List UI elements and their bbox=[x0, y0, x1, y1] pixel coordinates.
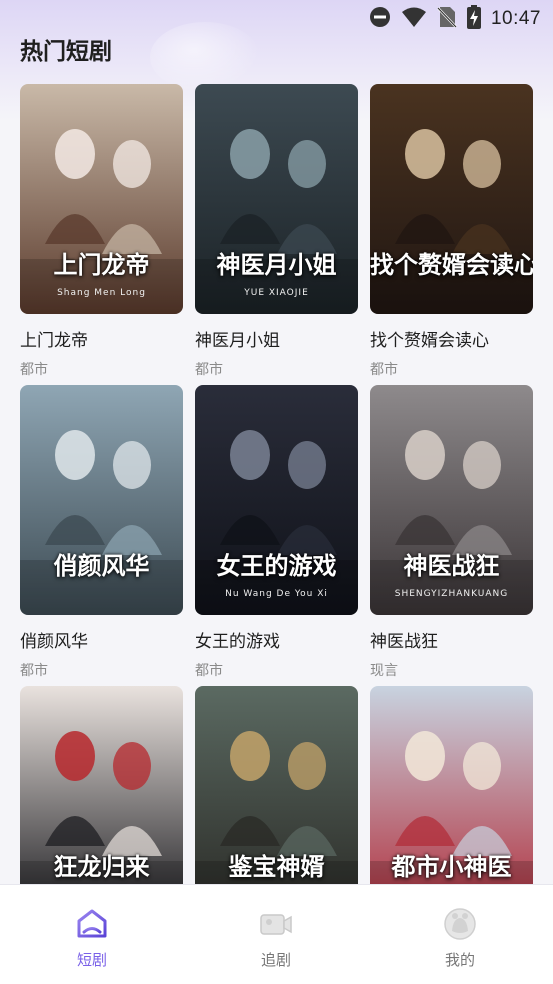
tab-follow-drama[interactable]: 追剧 bbox=[216, 885, 336, 984]
poster-title-art: 狂龙归来 bbox=[53, 853, 150, 881]
drama-card[interactable]: 上门龙帝 Shang Men Long 上门龙帝都市 bbox=[20, 84, 183, 379]
poster-subtitle: SHENGYIZHANKUANG bbox=[394, 589, 509, 599]
no-sim-icon bbox=[437, 6, 457, 32]
poster-title-art: 找个赘婿会读心 bbox=[370, 251, 533, 279]
drama-title[interactable]: 神医战狂 bbox=[370, 627, 533, 652]
battery-charging-icon bbox=[466, 5, 481, 33]
drama-poster[interactable]: 找个赘婿会读心 bbox=[370, 84, 533, 314]
drama-poster[interactable]: 女王的游戏 Nu Wang De You Xi bbox=[195, 385, 358, 615]
status-time: 10:47 bbox=[490, 8, 541, 29]
poster-title-art: 鉴宝神婿 bbox=[228, 853, 325, 881]
do-not-disturb-icon bbox=[369, 6, 391, 32]
drama-card[interactable]: 神医月小姐 YUE XIAOJIE 神医月小姐都市 bbox=[195, 84, 358, 379]
drama-title[interactable]: 上门龙帝 bbox=[20, 326, 183, 351]
drama-genre: 都市 bbox=[20, 663, 48, 679]
poster-subtitle: Nu Wang De You Xi bbox=[225, 589, 328, 599]
drama-poster[interactable]: 鉴宝神婿 bbox=[195, 686, 358, 916]
tab-profile[interactable]: 我的 bbox=[400, 885, 520, 984]
drama-genre: 都市 bbox=[195, 663, 223, 679]
poster-subtitle: Shang Men Long bbox=[57, 288, 146, 298]
tab-label: 我的 bbox=[444, 951, 475, 969]
poster-title-art: 俏颜风华 bbox=[53, 552, 150, 580]
wifi-icon bbox=[401, 6, 427, 32]
drama-card[interactable]: 俏颜风华 俏颜风华 都市 bbox=[20, 385, 183, 680]
drama-genre: 现言 bbox=[370, 663, 398, 679]
poster-title-art: 神医月小姐 bbox=[216, 251, 337, 279]
page-title: 热门短剧 bbox=[20, 39, 112, 65]
drama-poster[interactable]: 神医月小姐 YUE XIAOJIE bbox=[195, 84, 358, 314]
tab-label: 短剧 bbox=[76, 951, 107, 969]
drama-genre: 都市 bbox=[20, 362, 48, 378]
drama-genre: 都市 bbox=[370, 362, 398, 378]
poster-subtitle: YUE XIAOJIE bbox=[244, 288, 309, 298]
drama-poster[interactable]: 都市小神医 bbox=[370, 686, 533, 916]
bottom-tab-bar: 短剧 追剧 我的 bbox=[0, 884, 553, 984]
tab-label: 追剧 bbox=[260, 951, 291, 969]
drama-genre: 都市 bbox=[195, 362, 223, 378]
drama-card[interactable]: 女王的游戏 Nu Wang De You Xi 女王的游戏都市 bbox=[195, 385, 358, 680]
video-camera-icon bbox=[259, 907, 293, 941]
tab-short-drama[interactable]: 短剧 bbox=[32, 885, 152, 984]
poster-title-art: 都市小神医 bbox=[391, 853, 512, 881]
drama-title[interactable]: 找个赘婿会读心 bbox=[370, 326, 533, 351]
home-drama-icon bbox=[75, 907, 109, 941]
drama-poster[interactable]: 神医战狂 SHENGYIZHANKUANG bbox=[370, 385, 533, 615]
profile-icon bbox=[443, 907, 477, 941]
drama-title[interactable]: 女王的游戏 bbox=[195, 627, 358, 652]
drama-card[interactable]: 神医战狂 SHENGYIZHANKUANG 神医战狂现言 bbox=[370, 385, 533, 680]
poster-title-art: 上门龙帝 bbox=[53, 251, 150, 279]
poster-title-art: 女王的游戏 bbox=[216, 552, 337, 580]
drama-poster[interactable]: 上门龙帝 Shang Men Long bbox=[20, 84, 183, 314]
drama-title[interactable]: 神医月小姐 bbox=[195, 326, 358, 351]
drama-poster[interactable]: 俏颜风华 bbox=[20, 385, 183, 615]
drama-poster[interactable]: 狂龙归来 bbox=[20, 686, 183, 916]
poster-title-art: 神医战狂 bbox=[403, 552, 500, 580]
drama-card[interactable]: 找个赘婿会读心 找个赘婿会读心都市 bbox=[370, 84, 533, 379]
drama-title[interactable]: 俏颜风华 bbox=[20, 627, 183, 652]
